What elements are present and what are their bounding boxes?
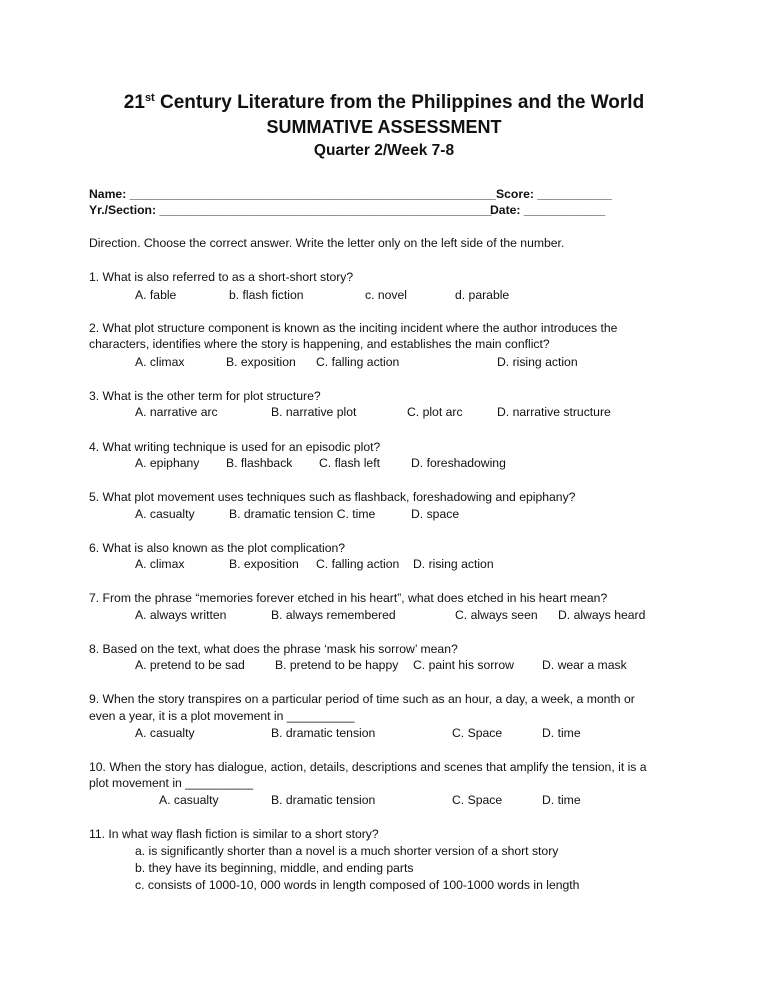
question-text: 2. What plot structure component is know… — [89, 321, 618, 335]
answer-choice: C. plot arc — [407, 405, 463, 419]
answer-choice: a. is significantly shorter than a novel… — [135, 844, 559, 858]
score-field[interactable]: Score: ___________ — [496, 187, 612, 201]
question-text: characters, identifies where the story i… — [89, 337, 550, 351]
answer-choice: A. climax — [135, 557, 185, 571]
answer-choice: B. narrative plot — [271, 405, 357, 419]
question-text: 4. What writing technique is used for an… — [89, 440, 381, 454]
answer-choice: c. novel — [365, 288, 408, 302]
question-text: even a year, it is a plot movement in __… — [89, 709, 355, 723]
answer-choice: C. Space — [452, 726, 503, 740]
answer-choice: B. flashback — [226, 456, 293, 470]
answer-choice: B. exposition — [226, 355, 296, 369]
answer-choice: A. pretend to be sad — [135, 658, 245, 672]
answer-choice: C. flash left — [319, 456, 380, 470]
answer-choice: A. casualty — [135, 726, 195, 740]
date-field[interactable]: Date: ____________ — [490, 203, 605, 217]
answer-choice: b. flash fiction — [229, 288, 304, 302]
title-text: Century Literature from the Philippines … — [154, 92, 645, 113]
answer-choice: D. time — [542, 726, 581, 740]
answer-choice: b. they have its beginning, middle, and … — [135, 861, 414, 875]
answer-choice: B. dramatic tension — [271, 793, 376, 807]
title-superscript: st — [144, 92, 155, 104]
answer-choice: C. always seen — [455, 608, 538, 622]
answer-choice: B. always remembered — [271, 608, 396, 622]
answer-choice: B. dramatic tension C. time — [229, 507, 376, 521]
question-text: 9. When the story transpires on a partic… — [89, 692, 635, 706]
question-text: 6. What is also known as the plot compli… — [89, 541, 346, 555]
answer-choice: C. Space — [452, 793, 503, 807]
answer-choice: D. always heard — [558, 608, 646, 622]
question-text: 1. What is also referred to as a short-s… — [89, 270, 354, 284]
question-text: 11. In what way flash fiction is similar… — [89, 827, 379, 841]
answer-choice: B. dramatic tension — [271, 726, 376, 740]
document-title: 21st Century Literature from the Philipp… — [0, 92, 768, 114]
answer-choice: A. fable — [135, 288, 177, 302]
answer-choice: D. rising action — [413, 557, 494, 571]
answer-choice: B. exposition — [229, 557, 299, 571]
answer-choice: D. space — [411, 507, 460, 521]
answer-choice: A. narrative arc — [135, 405, 218, 419]
question-text: 3. What is the other term for plot struc… — [89, 389, 321, 403]
question-text: 8. Based on the text, what does the phra… — [89, 642, 458, 656]
quarter-label: Quarter 2/Week 7-8 — [313, 142, 455, 159]
directions: Direction. Choose the correct answer. Wr… — [89, 236, 565, 250]
answer-choice: C. paint his sorrow — [413, 658, 514, 672]
answer-choice: A. climax — [135, 355, 185, 369]
answer-choice: A. epiphany — [135, 456, 200, 470]
answer-choice: A. always written — [135, 608, 227, 622]
answer-choice: A. casualty — [135, 507, 195, 521]
document-subtitle: SUMMATIVE ASSESSMENT — [266, 117, 502, 137]
name-field[interactable]: Name: __________________________________… — [89, 187, 496, 201]
question-text: plot movement in __________ — [89, 776, 253, 790]
answer-choice: D. time — [542, 793, 581, 807]
answer-choice: D. foreshadowing — [411, 456, 506, 470]
answer-choice: B. pretend to be happy — [275, 658, 399, 672]
answer-choice: A. casualty — [159, 793, 219, 807]
question-text: 5. What plot movement uses techniques su… — [89, 490, 576, 504]
answer-choice: C. falling action — [316, 557, 400, 571]
title-number: 21 — [123, 92, 145, 113]
answer-choice: c. consists of 1000-10, 000 words in len… — [135, 878, 580, 892]
answer-choice: d. parable — [455, 288, 510, 302]
question-text: 10. When the story has dialogue, action,… — [89, 760, 647, 774]
answer-choice: C. falling action — [316, 355, 400, 369]
answer-choice: D. wear a mask — [542, 658, 627, 672]
section-field[interactable]: Yr./Section: ___________________________… — [89, 203, 492, 217]
answer-choice: D. rising action — [497, 355, 578, 369]
question-text: 7. From the phrase “memories forever etc… — [89, 591, 608, 605]
answer-choice: D. narrative structure — [497, 405, 611, 419]
